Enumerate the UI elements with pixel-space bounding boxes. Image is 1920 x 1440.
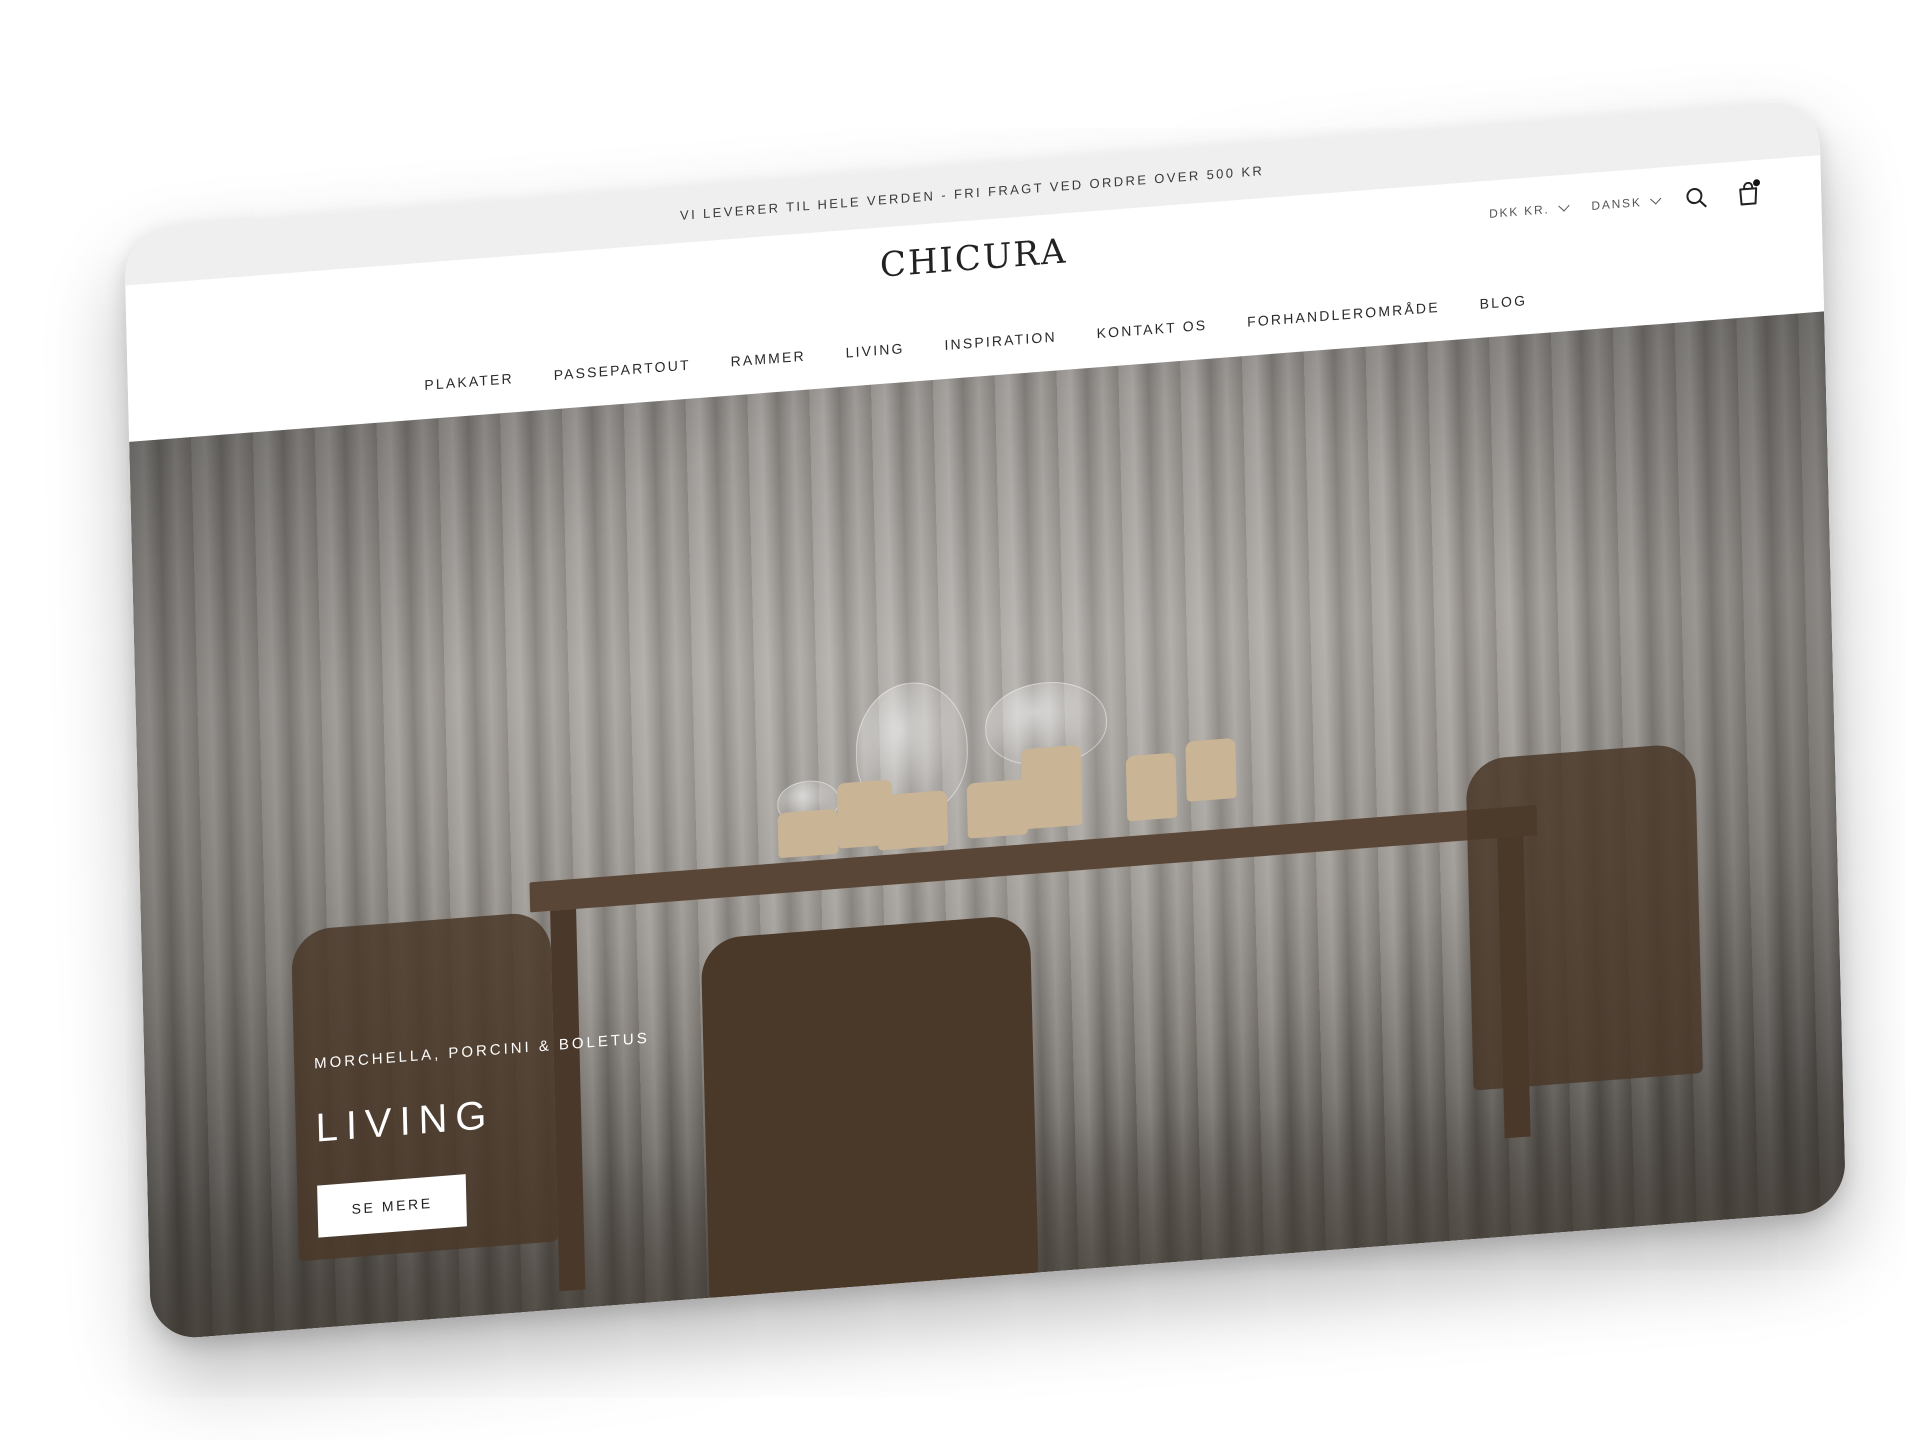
nav-item-passepartout[interactable]: PASSEPARTOUT <box>554 357 691 384</box>
wood-base <box>1185 737 1237 802</box>
nav-item-living[interactable]: LIVING <box>845 340 904 361</box>
search-icon[interactable] <box>1683 184 1710 212</box>
hero-content: MORCHELLA, PORCINI & BOLETUS LIVING SE M… <box>314 1030 654 1238</box>
wood-base <box>836 779 894 849</box>
chair <box>1465 742 1703 1091</box>
language-selector[interactable]: DANSK <box>1591 193 1662 213</box>
language-label: DANSK <box>1591 195 1642 213</box>
nav-item-kontakt-os[interactable]: KONTAKT OS <box>1096 317 1207 342</box>
currency-label: DKK KR. <box>1488 202 1550 221</box>
nav-item-blog[interactable]: BLOG <box>1479 292 1527 312</box>
wood-base <box>966 778 1028 839</box>
wood-base <box>1020 744 1083 830</box>
nav-item-forhandleromraade[interactable]: FORHANDLEROMRÅDE <box>1247 299 1440 330</box>
cart-icon[interactable] <box>1735 178 1762 208</box>
nav-item-rammer[interactable]: RAMMER <box>730 348 806 370</box>
chair <box>700 914 1039 1300</box>
nav-item-inspiration[interactable]: INSPIRATION <box>944 328 1057 353</box>
currency-selector[interactable]: DKK KR. <box>1488 200 1570 221</box>
scene: VI LEVERER TIL HELE VERDEN - FRI FRAGT V… <box>0 0 1920 1440</box>
chevron-down-icon <box>1650 193 1662 205</box>
hero-title: LIVING <box>315 1092 495 1151</box>
wood-base <box>777 808 839 859</box>
nav-item-plakater[interactable]: PLAKATER <box>424 370 514 393</box>
hero-banner: MORCHELLA, PORCINI & BOLETUS LIVING SE M… <box>129 311 1847 1341</box>
wood-base <box>1125 752 1178 822</box>
chevron-down-icon <box>1557 200 1570 212</box>
browser-frame: VI LEVERER TIL HELE VERDEN - FRI FRAGT V… <box>123 99 1847 1341</box>
